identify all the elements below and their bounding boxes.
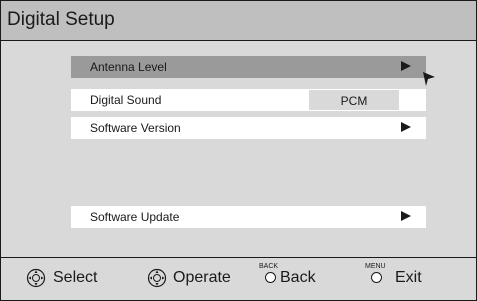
dial-icon — [147, 268, 167, 288]
footer-divider — [1, 257, 476, 258]
pointer-cursor-icon — [423, 72, 435, 86]
digital-setup-screen: Digital Setup Antenna Level Digital Soun… — [0, 0, 477, 301]
menu-key-caption: MENU — [365, 263, 386, 270]
digital-sound-value-box: PCM — [309, 90, 399, 110]
menu-item-software-update[interactable]: Software Update — [71, 206, 426, 228]
menu-item-antenna-level[interactable]: Antenna Level — [71, 56, 426, 78]
menu-item-label: Software Version — [90, 121, 181, 135]
menu-item-label: Antenna Level — [90, 60, 167, 74]
menu-item-label: Software Update — [90, 210, 180, 224]
arrow-right-icon — [401, 61, 411, 71]
menu-item-digital-sound[interactable]: Digital Sound PCM — [71, 89, 426, 111]
exit-hint-label: Exit — [395, 269, 422, 286]
select-hint-label: Select — [53, 269, 98, 286]
menu-item-label: Digital Sound — [90, 93, 162, 107]
title-bar: Digital Setup — [1, 1, 476, 41]
arrow-right-icon — [401, 211, 411, 221]
arrow-right-icon — [401, 122, 411, 132]
dial-icon — [26, 268, 46, 288]
back-hint-label: Back — [280, 269, 316, 286]
operate-hint-label: Operate — [173, 269, 231, 286]
digital-sound-value: PCM — [340, 94, 368, 108]
back-button-icon — [265, 272, 276, 283]
page-title: Digital Setup — [7, 9, 115, 30]
menu-button-icon — [371, 272, 382, 283]
menu-item-software-version[interactable]: Software Version — [71, 117, 426, 139]
back-key-caption: BACK — [259, 263, 279, 270]
